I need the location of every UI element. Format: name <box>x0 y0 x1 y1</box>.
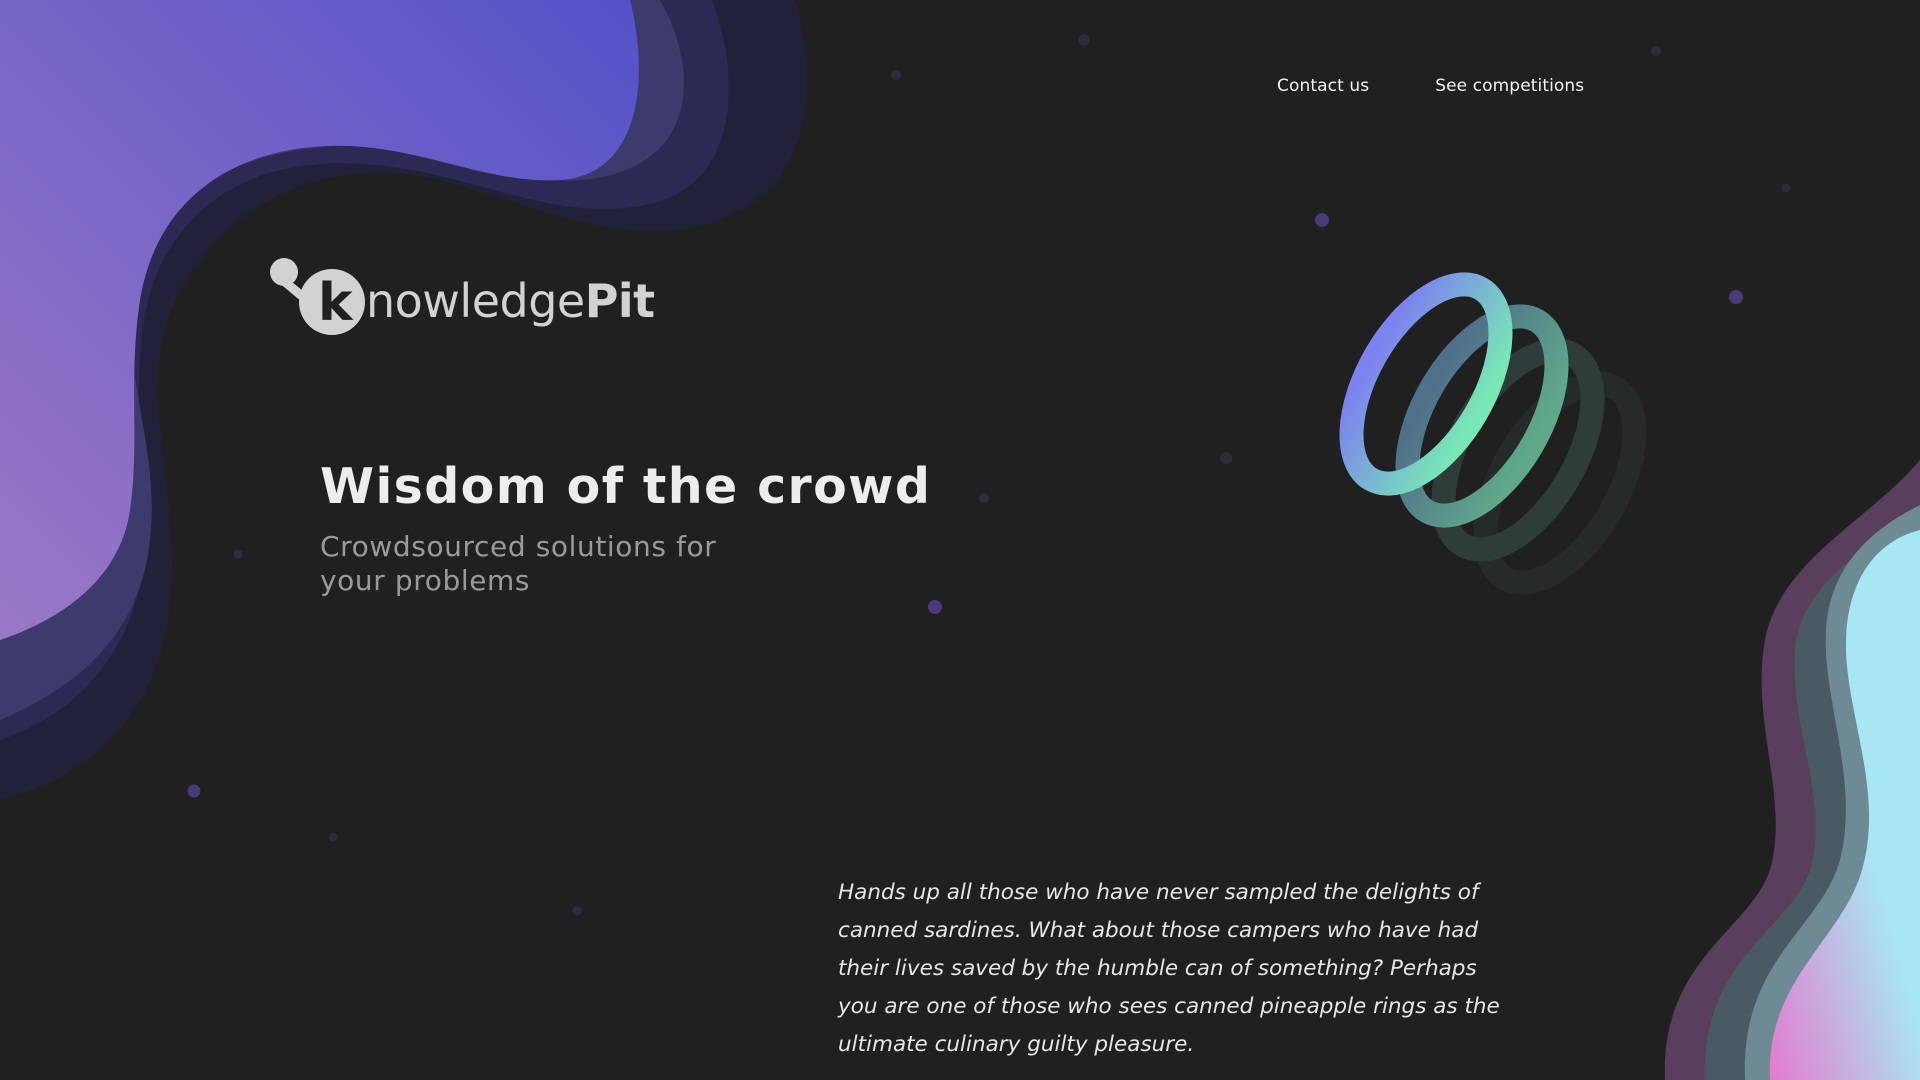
logo-mark-icon: k <box>270 258 365 335</box>
svg-text:k: k <box>318 273 354 333</box>
bottom-right-blob <box>1664 460 1920 1080</box>
hero-subtitle-line1: Crowdsourced solutions for <box>320 530 717 563</box>
hero-subtitle: Crowdsourced solutions for your problems <box>320 530 780 598</box>
logo-wordmark: nowledgePit <box>366 274 655 328</box>
logo-word-light: nowledge <box>366 274 585 328</box>
see-competitions-link[interactable]: See competitions <box>1435 76 1584 96</box>
hero-subtitle-line2: your problems <box>320 564 531 597</box>
hero-title: Wisdom of the crowd <box>320 458 932 515</box>
rings-illustration <box>1339 272 1647 595</box>
contact-us-link[interactable]: Contact us <box>1277 76 1369 96</box>
landing-page: Contact us See competitions k nowledgePi… <box>0 0 1920 1080</box>
logo-word-bold: Pit <box>584 274 655 328</box>
intro-quote: Hands up all those who have never sample… <box>838 880 1500 1057</box>
top-left-blob <box>0 0 808 800</box>
top-nav: Contact us See competitions <box>1277 76 1584 96</box>
knowledgepit-logo[interactable]: k nowledgePit <box>268 252 655 342</box>
